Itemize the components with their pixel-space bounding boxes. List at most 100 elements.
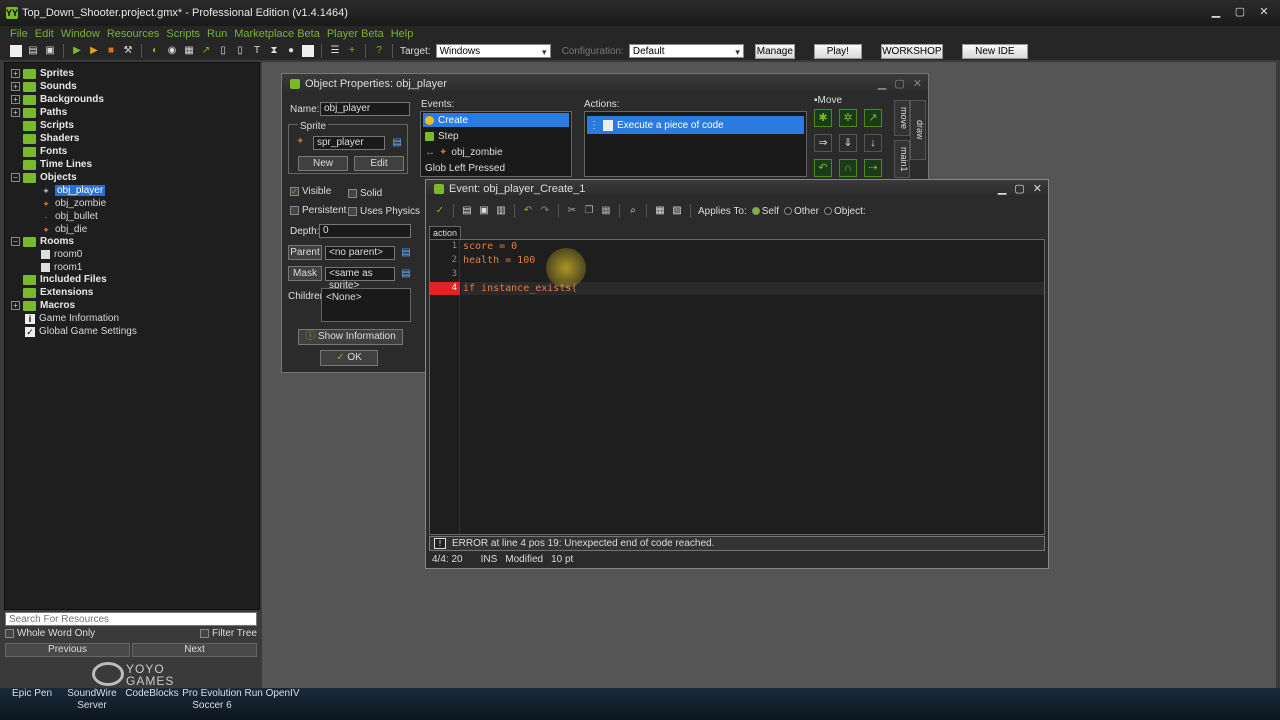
tab-main1[interactable]: main1 (894, 140, 910, 178)
stop-icon[interactable]: ■ (105, 45, 117, 57)
collapse-icon[interactable]: − (11, 237, 20, 246)
previous-button[interactable]: Previous (5, 643, 130, 657)
add-background-icon[interactable]: ▦ (183, 45, 195, 57)
debug-icon[interactable]: ▶ (88, 45, 100, 57)
close-button[interactable]: ✕ (913, 77, 922, 90)
tab-draw[interactable]: draw (910, 100, 926, 160)
undo-icon[interactable]: ↶ (522, 205, 534, 217)
sprite-picker-icon[interactable]: ▤ (391, 137, 403, 149)
add-path-icon[interactable]: ↗ (200, 45, 212, 57)
taskbar-soundwire-server[interactable]: SoundWire Server (60, 688, 124, 712)
tree-sounds[interactable]: + Sounds (11, 80, 77, 93)
expand-icon[interactable]: + (11, 69, 20, 78)
menu-edit[interactable]: Edit (35, 26, 54, 42)
code-editor-titlebar[interactable]: Event: obj_player_Create_1 (426, 180, 1048, 198)
taskbar-epic-pen[interactable]: Epic Pen (0, 688, 64, 700)
expand-icon[interactable]: + (11, 301, 20, 310)
solid-checkbox[interactable]: Solid (348, 188, 382, 199)
collapse-icon[interactable]: − (11, 173, 20, 182)
resource-search-input[interactable] (5, 612, 257, 626)
target-select[interactable]: Windows (435, 44, 551, 59)
game-info-icon[interactable]: ☰ (329, 45, 341, 57)
tree-fonts[interactable]: Fonts (11, 145, 67, 158)
code-tab-action[interactable]: action (429, 226, 461, 239)
events-list[interactable]: Create Step ↔ ✦ obj_zombie Glob Left Press… (420, 111, 572, 177)
minimize-button[interactable]: ▁ (1206, 4, 1226, 20)
tree-backgrounds[interactable]: + Backgrounds (11, 93, 104, 106)
expand-icon[interactable]: + (11, 82, 20, 91)
children-list[interactable]: <None> (321, 288, 411, 322)
menu-resources[interactable]: Resources (107, 26, 160, 42)
event-step[interactable]: Step (423, 129, 459, 143)
name-field[interactable]: obj_player (320, 102, 410, 116)
move-towards-icon[interactable]: ↗ (864, 109, 882, 127)
minimize-button[interactable]: ▁ (998, 182, 1006, 195)
visible-checkbox[interactable]: Visible (290, 186, 331, 197)
show-information-button[interactable]: ⓘ Show Information (298, 329, 403, 345)
applies-object-radio[interactable]: Object: (824, 206, 866, 217)
set-gravity-icon[interactable]: ↓ (864, 134, 882, 152)
event-collision-zombie[interactable]: ↔ ✦ obj_zombie (423, 145, 503, 159)
object-properties-titlebar[interactable]: Object Properties: obj_player (282, 74, 928, 94)
close-button[interactable]: ✕ (1033, 182, 1042, 195)
mask-picker-icon[interactable]: ▤ (400, 268, 412, 280)
minimize-button[interactable]: ▁ (878, 77, 886, 90)
action-execute-code[interactable]: ⋮ Execute a piece of code (587, 116, 804, 134)
reverse-horizontal-icon[interactable]: ↶ (814, 159, 832, 177)
tree-rooms[interactable]: − Rooms (11, 235, 74, 248)
open-project-icon[interactable]: ▤ (27, 45, 39, 57)
close-button[interactable]: ✕ (1254, 4, 1274, 20)
add-sprite-icon[interactable]: ◐ (149, 45, 161, 57)
add-sound-icon[interactable]: ◉ (166, 45, 178, 57)
new-sprite-button[interactable]: New (298, 156, 348, 171)
speed-vertical-icon[interactable]: ⇓ (839, 134, 857, 152)
actions-list[interactable]: ⋮ Execute a piece of code (584, 111, 807, 177)
add-timeline-icon[interactable]: ⧗ (268, 45, 280, 57)
whole-word-checkbox[interactable]: Whole Word Only (5, 628, 95, 641)
save-icon[interactable]: ▣ (44, 45, 56, 57)
game-settings-icon[interactable]: + (346, 45, 358, 57)
tree-shaders[interactable]: Shaders (11, 132, 79, 145)
search-icon[interactable]: ⌕ (627, 205, 639, 217)
sprite-field[interactable]: spr_player (313, 136, 385, 150)
maximize-button[interactable]: ▢ (1014, 182, 1024, 195)
add-script-icon[interactable]: ▯ (217, 45, 229, 57)
color-icon[interactable]: ▧ (671, 205, 683, 217)
resource-tree[interactable]: + Sprites + Sounds + Backgrounds + Paths Scr… (4, 62, 260, 610)
tree-obj-player[interactable]: ✦ obj_player (41, 184, 106, 197)
filter-tree-checkbox[interactable]: Filter Tree (199, 628, 257, 641)
menu-marketplace[interactable]: Marketplace Beta (234, 26, 320, 42)
manage-button[interactable]: Manage (754, 43, 795, 59)
tree-included-files[interactable]: Included Files (11, 273, 107, 286)
event-glob-left-pressed[interactable]: Glob Left Pressed (423, 161, 505, 175)
tree-game-information[interactable]: i Game Information (25, 312, 119, 325)
cut-icon[interactable]: ✂ (566, 205, 578, 217)
tree-room0[interactable]: room0 (41, 248, 82, 261)
code-editor-area[interactable]: 1 2 3 4 score = 0 health = 100 if instan… (429, 239, 1045, 535)
maximize-button[interactable]: ▢ (894, 77, 904, 90)
expand-icon[interactable]: + (11, 95, 20, 104)
grid-icon[interactable]: ▦ (654, 205, 666, 217)
add-object-icon[interactable]: ● (285, 45, 297, 57)
parent-picker-icon[interactable]: ▤ (400, 247, 412, 259)
speed-horizontal-icon[interactable]: ⇒ (814, 134, 832, 152)
mask-field[interactable]: <same as sprite> (325, 267, 395, 291)
menu-run[interactable]: Run (207, 26, 227, 42)
applies-other-radio[interactable]: Other (783, 206, 819, 217)
reverse-vertical-icon[interactable]: ∩ (839, 159, 857, 177)
maximize-button[interactable]: ▢ (1230, 4, 1250, 20)
set-friction-icon[interactable]: ⇢ (864, 159, 882, 177)
move-free-icon[interactable]: ✲ (839, 109, 857, 127)
children-item[interactable]: <None> (324, 290, 362, 304)
taskbar-codeblocks[interactable]: CodeBlocks (120, 688, 184, 700)
build-icon[interactable]: ⚒ (122, 45, 134, 57)
mask-button[interactable]: Mask (288, 266, 322, 281)
new-ide-button[interactable]: New IDE (961, 43, 1028, 59)
applies-self-radio[interactable]: Self (751, 206, 779, 217)
help-icon[interactable]: ? (373, 45, 385, 57)
play-button[interactable]: Play! (813, 43, 862, 59)
taskbar-pro-evolution-soccer[interactable]: Pro Evolution Soccer 6 (180, 688, 244, 712)
save-icon[interactable]: ▣ (478, 205, 490, 217)
redo-icon[interactable]: ↷ (539, 205, 551, 217)
tab-move[interactable]: move (894, 100, 910, 136)
